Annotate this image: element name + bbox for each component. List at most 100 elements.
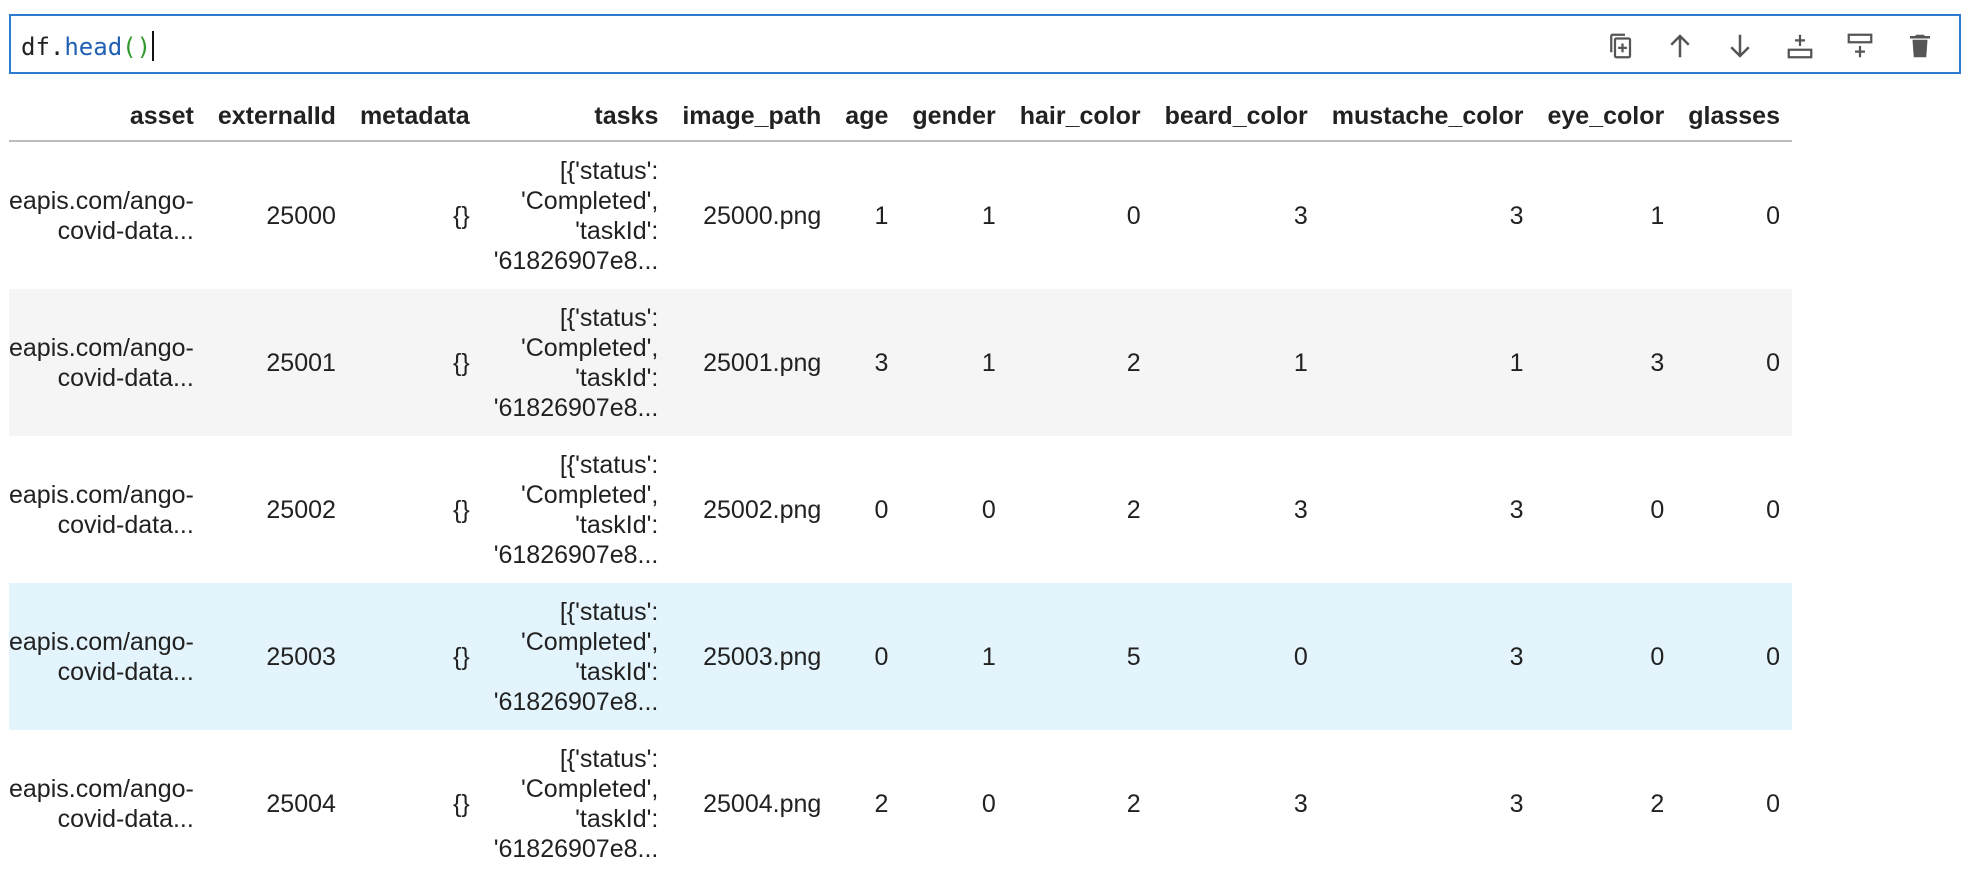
- cell-externalId: 25004: [266, 789, 336, 818]
- cell-glasses: 0: [1766, 789, 1780, 818]
- move-down-button[interactable]: [1723, 29, 1757, 63]
- column-header: age: [833, 92, 901, 142]
- tasks-line: 'taskId':: [575, 657, 659, 686]
- asset-line: eapis.com/ango-: [9, 627, 194, 656]
- cell-tasks: [{'status': 'Completed','taskId': '6182690…: [481, 289, 671, 436]
- cell-tasks: [{'status': 'Completed','taskId': '6182690…: [482, 436, 671, 583]
- asset-line: eapis.com/ango-: [9, 774, 194, 803]
- cell-hair-color: 2: [1126, 495, 1141, 524]
- cell-eye-color: 1: [1650, 201, 1665, 230]
- move-up-icon: [1670, 34, 1690, 58]
- table-row: eapis.com/ango-covid-data... 25004 {} [{…: [9, 730, 1792, 877]
- cell-image-path: 25000.png: [703, 201, 822, 230]
- cell-externalId: 25002: [266, 495, 336, 524]
- table-row: eapis.com/ango-covid-data... 25003 {} [{…: [9, 583, 1792, 730]
- tasks-line: '61826907e8...: [493, 393, 659, 422]
- delete-cell-icon: [1910, 34, 1930, 58]
- code-cell[interactable]: df.head(): [9, 14, 1961, 74]
- cell-age: 3: [833, 289, 901, 436]
- column-header: hair_color: [1007, 92, 1153, 142]
- cell-metadata: {}: [453, 495, 470, 524]
- asset-line: covid-data...: [57, 510, 194, 539]
- cell-eye-color: 0: [1535, 583, 1677, 730]
- code-token-parens: (): [122, 33, 152, 61]
- cell-toolbar: [1603, 29, 1937, 63]
- code-editor[interactable]: df.head(): [21, 31, 155, 61]
- duplicate-cell-icon: [1610, 33, 1632, 59]
- column-header: externalId: [205, 92, 348, 142]
- cell-asset: eapis.com/ango-covid-data...: [9, 436, 206, 583]
- tasks-line: 'Completed',: [520, 627, 659, 656]
- cell-hair-color: 5: [1007, 583, 1153, 730]
- cell-glasses: 0: [1676, 583, 1792, 730]
- column-header: beard_color: [1152, 92, 1320, 142]
- tasks-line: 'Completed',: [520, 480, 659, 509]
- tasks-line: 'Completed',: [520, 333, 659, 362]
- code-token-dot: .: [49, 33, 65, 61]
- insert-above-icon: [1847, 33, 1873, 58]
- cell-beard-color: 3: [1293, 201, 1308, 230]
- tasks-line: 'Completed',: [520, 774, 659, 803]
- cell-mustache-color: 1: [1319, 289, 1536, 436]
- asset-line: eapis.com/ango-: [9, 480, 194, 509]
- cell-age: 0: [874, 495, 889, 524]
- cell-hair-color: 2: [1007, 289, 1153, 436]
- cell-gender: 0: [981, 495, 996, 524]
- cell-tasks: [{'status': 'Completed','taskId': '6182690…: [482, 730, 671, 877]
- table-header-row: asset externalId metadata tasks image_pa…: [9, 92, 1792, 142]
- code-token-function: head: [64, 33, 123, 61]
- cell-asset: eapis.com/ango-covid-data...: [9, 289, 206, 436]
- tasks-line: '61826907e8...: [493, 540, 659, 569]
- column-header: image_path: [670, 92, 834, 142]
- cell-age: 0: [833, 583, 901, 730]
- table-row: eapis.com/ango-covid-data... 25001 {} [{…: [9, 289, 1792, 436]
- tasks-line: '61826907e8...: [493, 834, 659, 863]
- cell-gender: 1: [900, 289, 1008, 436]
- cell-metadata: {}: [347, 583, 482, 730]
- cell-glasses: 0: [1676, 289, 1792, 436]
- cell-tasks: [{'status': 'Completed','taskId': '6182690…: [481, 583, 671, 730]
- asset-line: eapis.com/ango-: [9, 186, 194, 215]
- cell-asset: eapis.com/ango-covid-data...: [9, 141, 206, 289]
- column-header: tasks: [481, 92, 671, 142]
- cell-age: 1: [874, 201, 889, 230]
- asset-line: covid-data...: [57, 804, 194, 833]
- cell-mustache-color: 3: [1509, 201, 1524, 230]
- tasks-line: [{'status':: [559, 450, 659, 479]
- tasks-line: 'Completed',: [520, 186, 659, 215]
- text-cursor: [152, 31, 155, 61]
- cell-glasses: 0: [1766, 495, 1780, 524]
- cell-eye-color: 2: [1650, 789, 1665, 818]
- cell-hair-color: 2: [1126, 789, 1141, 818]
- cell-eye-color: 0: [1650, 495, 1665, 524]
- asset-line: covid-data...: [57, 363, 194, 392]
- cell-metadata: {}: [453, 201, 470, 230]
- cell-gender: 1: [900, 583, 1008, 730]
- delete-cell-button[interactable]: [1903, 29, 1937, 63]
- tasks-line: '61826907e8...: [493, 687, 659, 716]
- cell-gender: 1: [981, 201, 996, 230]
- cell-beard-color: 3: [1293, 789, 1308, 818]
- cell-beard-color: 3: [1293, 495, 1308, 524]
- cell-externalId: 25001: [205, 289, 348, 436]
- column-header: gender: [900, 92, 1008, 142]
- cell-tasks: [{'status': 'Completed','taskId': '6182690…: [482, 141, 671, 289]
- column-header: metadata: [347, 92, 482, 142]
- asset-line: eapis.com/ango-: [9, 333, 194, 362]
- asset-line: covid-data...: [57, 216, 194, 245]
- insert-above-button[interactable]: [1843, 29, 1877, 63]
- tasks-line: 'taskId':: [575, 216, 659, 245]
- move-up-button[interactable]: [1663, 29, 1697, 63]
- column-header: mustache_color: [1319, 92, 1536, 142]
- cell-gender: 0: [981, 789, 996, 818]
- tasks-line: 'taskId':: [575, 363, 659, 392]
- cell-mustache-color: 3: [1509, 495, 1524, 524]
- insert-below-button[interactable]: [1783, 29, 1817, 63]
- tasks-line: [{'status':: [559, 597, 659, 626]
- tasks-line: 'taskId':: [575, 510, 659, 539]
- cell-mustache-color: 3: [1509, 789, 1524, 818]
- cell-hair-color: 0: [1126, 201, 1141, 230]
- duplicate-cell-button[interactable]: [1603, 29, 1637, 63]
- table-row: eapis.com/ango-covid-data... 25002 {} [{…: [9, 436, 1792, 583]
- cell-eye-color: 3: [1535, 289, 1677, 436]
